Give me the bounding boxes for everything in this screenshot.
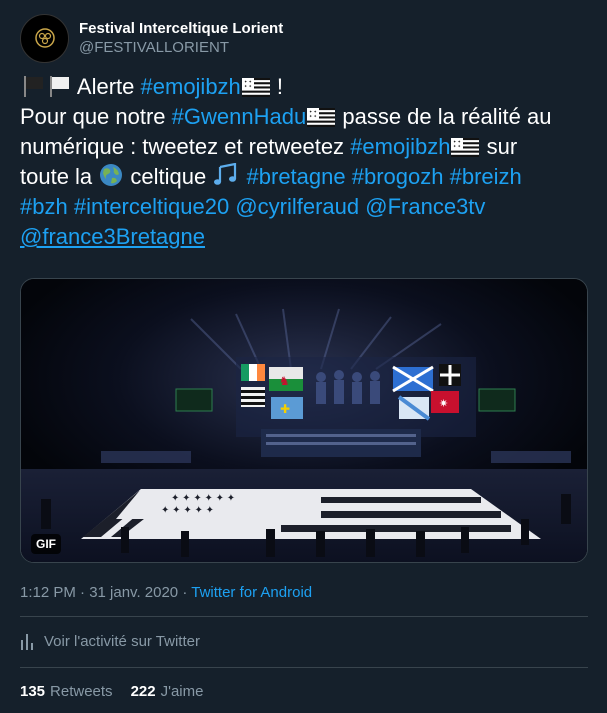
svg-text:✦ ✦ ✦ ✦ ✦ ✦: ✦ ✦ ✦ ✦ ✦ ✦ xyxy=(171,493,235,504)
gif-badge: GIF xyxy=(31,534,61,554)
divider xyxy=(20,667,588,668)
svg-text:✦ ✦: ✦ ✦ xyxy=(309,114,317,119)
word-celtique: celtique xyxy=(130,164,207,189)
tweet-header: Festival Interceltique Lorient @FESTIVAL… xyxy=(20,12,283,64)
word-sur: sur xyxy=(486,134,518,159)
hashtag-interceltique20[interactable]: #interceltique20 xyxy=(74,194,229,219)
hashtag-emojibzh-2[interactable]: #emojibzh xyxy=(350,134,450,159)
retweets-label: Retweets xyxy=(50,683,113,700)
timestamp[interactable]: 1:12 PM · 31 janv. 2020 · xyxy=(20,584,187,601)
text-line3-start: numérique : tweetez et retweetez xyxy=(20,134,345,159)
text-line4-start: toute la xyxy=(20,164,93,189)
author-handle[interactable]: @FESTIVALLORIENT xyxy=(79,38,283,57)
author-display-name[interactable]: Festival Interceltique Lorient xyxy=(79,19,283,38)
hashtag-emojibzh[interactable]: #emojibzh xyxy=(141,74,241,99)
view-activity-label: Voir l'activité sur Twitter xyxy=(44,633,200,650)
hashtag-bretagne[interactable]: #bretagne xyxy=(247,164,346,189)
tweet-text: Alerte #emojibzh ✦ ✦ ✦ ✦ ! Pour que notr… xyxy=(20,72,592,252)
hashtag-gwennhadu[interactable]: #GwennHadu xyxy=(172,104,307,129)
bar-chart-icon xyxy=(21,633,33,650)
hashtag-breizh[interactable]: #breizh xyxy=(450,164,522,189)
text-line2-end: passe de la réalité au xyxy=(342,104,552,129)
exclamation: ! xyxy=(276,74,284,99)
mention-france3tv[interactable]: @France3tv xyxy=(365,194,485,219)
avatar[interactable] xyxy=(20,13,69,63)
black-flag-icon xyxy=(24,76,43,97)
retweets-count: 135 xyxy=(20,683,46,700)
divider xyxy=(20,616,588,617)
alert-word: Alerte xyxy=(76,74,135,99)
view-activity-link[interactable]: Voir l'activité sur Twitter xyxy=(20,633,200,650)
globe-icon xyxy=(100,164,123,186)
tweet-source[interactable]: Twitter for Android xyxy=(191,584,312,601)
svg-text:✷: ✷ xyxy=(439,398,448,410)
likes-stat[interactable]: 222 J'aime xyxy=(131,683,204,700)
tweet-stats: 135 Retweets 222 J'aime xyxy=(20,683,221,700)
stage-scene-image: ♞ ✚ ✷ ✦ ✦ ✦ ✦ ✦ ✦ ✦ ✦ ✦ ✦ ✦ xyxy=(21,279,587,562)
text-line2-start: Pour que notre xyxy=(20,104,166,129)
festival-logo-icon xyxy=(34,28,55,48)
breton-flag-icon: ✦ ✦ ✦ ✦ xyxy=(307,108,336,127)
svg-text:♞: ♞ xyxy=(279,374,290,388)
breton-flag-icon: ✦ ✦ ✦ ✦ xyxy=(241,78,270,97)
timestamp-row: 1:12 PM · 31 janv. 2020 · Twitter for An… xyxy=(20,584,312,601)
svg-text:✚: ✚ xyxy=(280,402,290,416)
breton-flag-icon: ✦ ✦ ✦ ✦ xyxy=(451,138,480,157)
likes-count: 222 xyxy=(130,683,156,700)
hashtag-brogozh[interactable]: #brogozh xyxy=(352,164,444,189)
white-flag-icon xyxy=(50,76,69,97)
retweets-stat[interactable]: 135 Retweets xyxy=(20,683,113,700)
hashtag-bzh[interactable]: #bzh xyxy=(20,194,68,219)
music-notes-icon xyxy=(214,163,237,185)
svg-text:✦ ✦: ✦ ✦ xyxy=(244,84,252,89)
likes-label: J'aime xyxy=(160,683,204,700)
svg-text:✦ ✦: ✦ ✦ xyxy=(453,144,461,149)
mention-france3bretagne[interactable]: @france3Bretagne xyxy=(20,224,205,249)
tweet-media-gif[interactable]: ♞ ✚ ✷ ✦ ✦ ✦ ✦ ✦ ✦ ✦ ✦ ✦ ✦ ✦ GIF xyxy=(20,278,588,563)
svg-text:✦ ✦ ✦ ✦ ✦: ✦ ✦ ✦ ✦ ✦ xyxy=(161,505,214,516)
mention-cyrilferaud[interactable]: @cyrilferaud xyxy=(235,194,359,219)
